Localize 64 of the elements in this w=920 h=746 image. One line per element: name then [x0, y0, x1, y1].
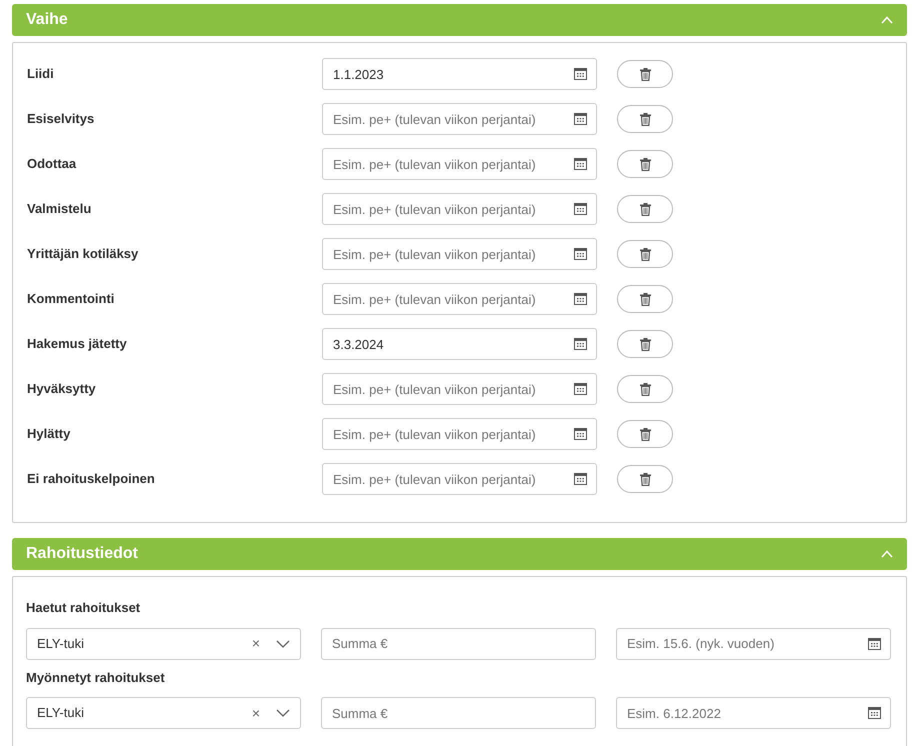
- select-field[interactable]: ELY-tuki ×: [26, 628, 301, 660]
- calendar-icon[interactable]: [574, 383, 587, 395]
- calendar-icon[interactable]: [574, 293, 587, 305]
- date-field[interactable]: 1.1.2023: [322, 58, 597, 90]
- date-field[interactable]: Esim. pe+ (tulevan viikon perjantai): [322, 103, 597, 135]
- date-field[interactable]: Esim. pe+ (tulevan viikon perjantai): [322, 418, 597, 450]
- trash-icon: [640, 338, 650, 350]
- field-label: Odottaa: [27, 155, 78, 174]
- date-field[interactable]: Esim. 6.12.2022: [616, 697, 891, 729]
- amount-field[interactable]: Summa €: [321, 628, 596, 660]
- date-field[interactable]: Esim. pe+ (tulevan viikon perjantai): [322, 238, 597, 270]
- clear-button[interactable]: ×: [252, 702, 260, 724]
- date-field[interactable]: 3.3.2024: [322, 328, 597, 360]
- delete-button[interactable]: [617, 240, 673, 268]
- date-field[interactable]: Esim. pe+ (tulevan viikon perjantai): [322, 373, 597, 405]
- calendar-icon[interactable]: [868, 638, 881, 650]
- calendar-icon[interactable]: [574, 113, 587, 125]
- calendar-icon[interactable]: [574, 428, 587, 440]
- trash-icon: [640, 382, 650, 396]
- field-label: Hyväksytty: [27, 380, 97, 398]
- calendar-icon[interactable]: [574, 158, 587, 170]
- chevron-down-icon[interactable]: [276, 709, 290, 717]
- field-label: Liidi: [27, 65, 55, 84]
- date-field[interactable]: Esim. pe+ (tulevan viikon perjantai): [322, 283, 597, 315]
- delete-button[interactable]: [617, 150, 673, 178]
- trash-icon: [640, 472, 650, 486]
- date-field[interactable]: Esim. pe+ (tulevan viikon perjantai): [322, 148, 597, 180]
- calendar-icon[interactable]: [574, 338, 587, 350]
- date-field[interactable]: Esim. 15.6. (nyk. vuoden): [616, 628, 891, 660]
- delete-button[interactable]: [617, 420, 673, 448]
- field-label: Hylätty: [27, 425, 72, 444]
- calendar-icon[interactable]: [574, 248, 587, 260]
- group-label: Myönnetyt rahoitukset: [26, 668, 165, 687]
- delete-button[interactable]: [617, 105, 673, 133]
- field-label: Ei rahoituskelpoinen: [27, 470, 156, 488]
- delete-button[interactable]: [617, 60, 673, 88]
- clear-button[interactable]: ×: [252, 633, 260, 654]
- amount-field[interactable]: Summa €: [321, 697, 596, 729]
- chevron-down-icon[interactable]: [276, 640, 290, 648]
- trash-icon: [640, 202, 650, 216]
- calendar-icon[interactable]: [574, 68, 587, 80]
- trash-icon: [640, 158, 650, 170]
- field-label: Hakemus jätetty: [27, 335, 128, 354]
- delete-button[interactable]: [617, 195, 673, 223]
- date-field[interactable]: Esim. pe+ (tulevan viikon perjantai): [322, 463, 597, 495]
- delete-button[interactable]: [617, 375, 673, 403]
- field-label: Yrittäjän kotiläksy: [27, 245, 140, 264]
- trash-icon: [640, 428, 650, 440]
- trash-icon: [640, 68, 650, 80]
- delete-button[interactable]: [617, 465, 673, 493]
- trash-icon: [640, 248, 650, 260]
- delete-button[interactable]: [617, 285, 673, 313]
- select-field[interactable]: ELY-tuki ×: [26, 697, 301, 729]
- group-label: Haetut rahoitukset: [26, 599, 140, 617]
- field-label: Esiselvitys: [27, 110, 96, 128]
- calendar-icon[interactable]: [574, 203, 587, 215]
- field-label: Valmistelu: [27, 200, 92, 218]
- field-label: Kommentointi: [27, 290, 116, 308]
- trash-icon: [640, 112, 650, 126]
- date-field[interactable]: Esim. pe+ (tulevan viikon perjantai): [322, 193, 597, 225]
- trash-icon: [640, 292, 650, 306]
- calendar-icon[interactable]: [574, 473, 587, 485]
- delete-button[interactable]: [617, 330, 673, 358]
- calendar-icon[interactable]: [868, 707, 881, 719]
